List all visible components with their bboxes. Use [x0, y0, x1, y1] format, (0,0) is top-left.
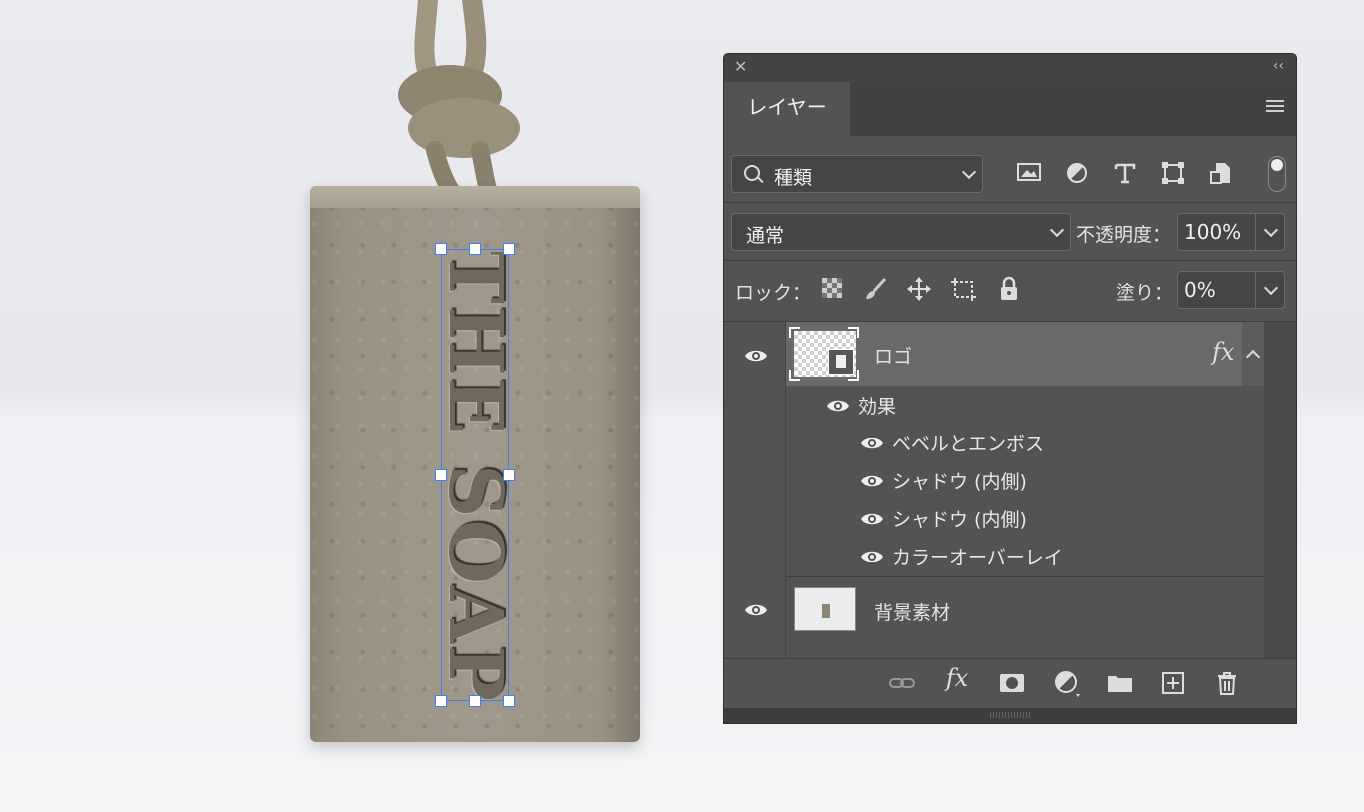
lock-position-icon[interactable]	[905, 276, 933, 304]
effects-group-label[interactable]: 効果	[858, 392, 896, 419]
visibility-eye-icon[interactable]	[860, 549, 883, 563]
panel-title-strip: ✕ ‹‹	[724, 54, 1296, 82]
visibility-eye-icon[interactable]	[744, 602, 767, 616]
new-group-icon[interactable]	[1105, 668, 1135, 698]
layer-name[interactable]: 背景素材	[874, 598, 950, 625]
new-adjustment-layer-icon[interactable]	[1052, 668, 1082, 698]
divider	[724, 260, 1296, 261]
add-mask-icon[interactable]	[997, 668, 1027, 698]
lock-label: ロック：	[735, 282, 812, 304]
visibility-eye-icon[interactable]	[860, 511, 883, 525]
delete-layer-icon[interactable]	[1212, 668, 1242, 698]
visibility-eye-icon[interactable]	[826, 398, 849, 412]
transform-handle-bottom-left[interactable]	[435, 695, 447, 707]
document-canvas[interactable]: THE SOAP	[0, 0, 720, 812]
transform-handle-middle-left[interactable]	[435, 469, 447, 481]
effect-item[interactable]: ベベルとエンボス	[892, 429, 1044, 456]
chevron-down-icon	[1049, 222, 1065, 238]
divider	[724, 202, 1296, 203]
smart-object-filter-icon[interactable]	[1206, 160, 1236, 188]
effect-item[interactable]: シャドウ (内側)	[892, 467, 1027, 494]
panel-resize-grip[interactable]	[724, 708, 1296, 723]
collapse-effects-button[interactable]	[1242, 322, 1264, 386]
image-filter-icon[interactable]	[1014, 160, 1044, 188]
close-icon[interactable]: ✕	[734, 57, 747, 76]
tab-layers[interactable]: レイヤー	[724, 82, 850, 136]
layer-thumbnail-background	[794, 587, 856, 631]
filter-kind-label: 種類	[774, 167, 813, 189]
fx-badge-icon[interactable]: fx	[1212, 338, 1234, 366]
layer-filter-dropdown[interactable]: 種類	[731, 155, 983, 193]
fill-label: 塗り：	[1116, 282, 1174, 304]
opacity-value[interactable]: 100%	[1184, 220, 1241, 244]
panel-menu-icon[interactable]	[1266, 100, 1284, 114]
lock-image-pixels-icon[interactable]	[862, 276, 890, 304]
transform-handle-bottom-right[interactable]	[503, 695, 515, 707]
scrollbar[interactable]	[1264, 322, 1296, 658]
opacity-label: 不透明度：	[1076, 224, 1172, 246]
transform-handle-middle-right[interactable]	[503, 469, 515, 481]
effect-item[interactable]: カラーオーバーレイ	[892, 543, 1063, 570]
field-separator	[1255, 272, 1256, 308]
blend-mode-value: 通常	[746, 225, 785, 247]
lock-all-icon[interactable]	[995, 276, 1023, 304]
panel-tab-row: レイヤー	[724, 82, 1296, 136]
opacity-field[interactable]: 100%	[1177, 213, 1285, 251]
adjustment-filter-icon[interactable]	[1062, 160, 1092, 188]
soap-bar-top	[310, 186, 640, 208]
visibility-eye-icon[interactable]	[860, 473, 883, 487]
chevron-down-icon	[961, 164, 977, 180]
smart-object-icon	[828, 349, 854, 375]
new-layer-icon[interactable]	[1158, 668, 1188, 698]
lock-artboard-icon[interactable]	[950, 276, 978, 304]
transform-bounding-box[interactable]	[441, 249, 509, 701]
transform-handle-top-left[interactable]	[435, 243, 447, 255]
blend-mode-dropdown[interactable]: 通常	[731, 213, 1071, 251]
add-layer-style-icon[interactable]: fx	[942, 664, 972, 694]
type-filter-icon[interactable]	[1110, 160, 1140, 188]
layers-panel: ✕ ‹‹ レイヤー 種類 通常 不透明度： 100% ロック： 塗り： 0% ロ…	[723, 53, 1297, 724]
visibility-eye-icon[interactable]	[744, 348, 767, 362]
field-separator	[1255, 214, 1256, 250]
filter-toggle-switch[interactable]	[1268, 156, 1286, 192]
link-layers-icon[interactable]	[887, 668, 917, 698]
rope-image	[398, 0, 520, 200]
collapse-panel-icon[interactable]: ‹‹	[1273, 58, 1284, 74]
transform-handle-bottom-center[interactable]	[469, 695, 481, 707]
row-divider	[786, 576, 1264, 577]
layer-name[interactable]: ロゴ	[874, 342, 912, 369]
visibility-eye-icon[interactable]	[860, 435, 883, 449]
chevron-down-icon[interactable]	[1263, 280, 1279, 296]
search-icon	[744, 165, 760, 181]
transform-handle-top-center[interactable]	[469, 243, 481, 255]
fx-button-label: fx	[945, 664, 969, 692]
fill-field[interactable]: 0%	[1177, 271, 1285, 309]
chevron-down-icon[interactable]	[1263, 222, 1279, 238]
effect-item[interactable]: シャドウ (内側)	[892, 505, 1027, 532]
fill-value[interactable]: 0%	[1184, 278, 1216, 302]
shape-filter-icon[interactable]	[1158, 160, 1188, 188]
transform-handle-top-right[interactable]	[503, 243, 515, 255]
lock-transparent-pixels-icon[interactable]	[818, 276, 846, 304]
